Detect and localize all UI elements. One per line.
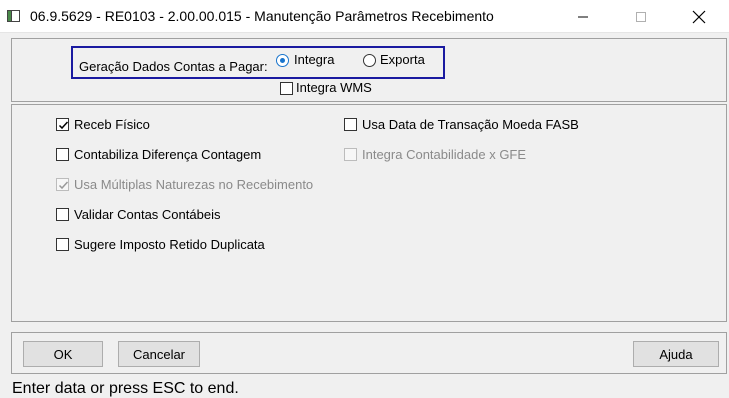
usa-multiplas-naturezas-label: Usa Múltiplas Naturezas no Recebimento bbox=[74, 177, 314, 192]
checkmark-icon bbox=[58, 121, 69, 130]
integra-wms-label: Integra WMS bbox=[296, 80, 372, 95]
radio-selected-dot bbox=[280, 58, 285, 63]
integra-contabilidade-gfe-label: Integra Contabilidade x GFE bbox=[362, 147, 527, 162]
window-title: 06.9.5629 - RE0103 - 2.00.00.015 - Manut… bbox=[30, 8, 494, 24]
ok-button[interactable]: OK bbox=[23, 341, 103, 367]
integra-contabilidade-gfe-checkbox bbox=[344, 148, 357, 161]
ajuda-button[interactable]: Ajuda bbox=[633, 341, 719, 367]
title-bar: 06.9.5629 - RE0103 - 2.00.00.015 - Manut… bbox=[0, 0, 729, 33]
contabiliza-diferenca-checkbox[interactable] bbox=[56, 148, 69, 161]
checkmark-icon bbox=[58, 181, 69, 190]
radio-integra-label: Integra bbox=[294, 52, 335, 67]
app-icon bbox=[7, 10, 20, 22]
radio-exporta-label: Exporta bbox=[380, 52, 425, 67]
usa-data-transacao-label: Usa Data de Transação Moeda FASB bbox=[362, 117, 579, 132]
status-bar-text: Enter data or press ESC to end. bbox=[12, 380, 239, 397]
maximize-button[interactable] bbox=[618, 0, 664, 33]
cancelar-button[interactable]: Cancelar bbox=[118, 341, 200, 367]
integra-wms-checkbox[interactable] bbox=[280, 82, 293, 95]
receb-fisico-checkbox[interactable] bbox=[56, 118, 69, 131]
receb-fisico-label: Receb Físico bbox=[74, 117, 150, 132]
minimize-button[interactable] bbox=[560, 0, 606, 33]
contas-pagar-label: Geração Dados Contas a Pagar: bbox=[79, 59, 268, 74]
validar-contas-checkbox[interactable] bbox=[56, 208, 69, 221]
contabiliza-diferenca-label: Contabiliza Diferença Contagem bbox=[74, 147, 262, 162]
usa-data-transacao-checkbox[interactable] bbox=[344, 118, 357, 131]
minimize-icon bbox=[578, 16, 588, 17]
close-icon bbox=[692, 10, 706, 23]
radio-exporta[interactable] bbox=[363, 54, 376, 67]
sugere-imposto-label: Sugere Imposto Retido Duplicata bbox=[74, 237, 265, 252]
usa-multiplas-naturezas-checkbox bbox=[56, 178, 69, 191]
validar-contas-label: Validar Contas Contábeis bbox=[74, 207, 221, 222]
radio-integra[interactable] bbox=[276, 54, 289, 67]
sugere-imposto-checkbox[interactable] bbox=[56, 238, 69, 251]
maximize-icon bbox=[636, 11, 646, 22]
close-button[interactable] bbox=[676, 0, 722, 33]
